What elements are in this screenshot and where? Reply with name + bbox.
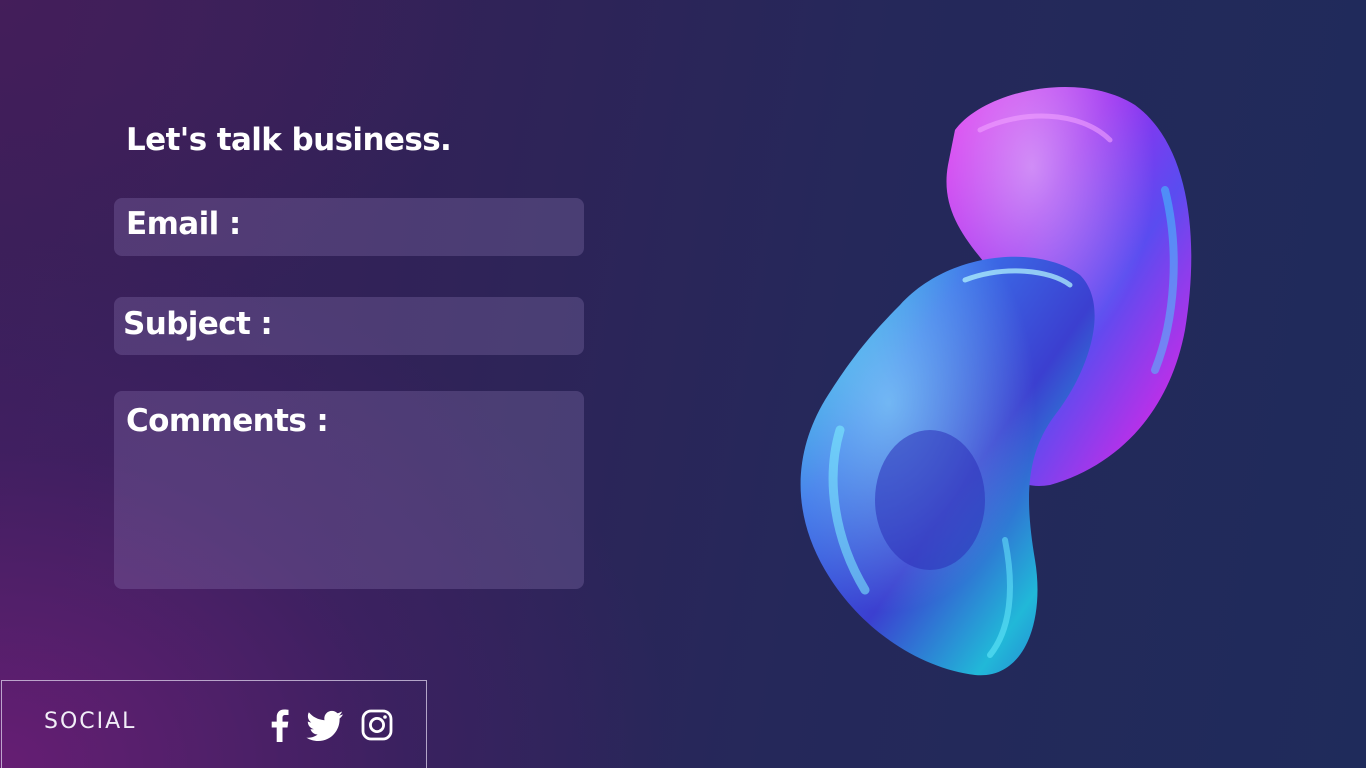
subject-input[interactable]	[284, 309, 573, 345]
email-field[interactable]: Email :	[114, 198, 584, 256]
facebook-icon[interactable]	[266, 708, 292, 742]
glass-blob-illustration	[800, 86, 1192, 676]
comments-field[interactable]: Comments :	[114, 391, 584, 589]
subject-field[interactable]: Subject :	[114, 297, 584, 355]
social-label: SOCIAL	[44, 709, 137, 734]
page-title: Let's talk business.	[126, 122, 452, 158]
twitter-icon[interactable]	[306, 708, 344, 742]
email-label: Email :	[126, 206, 241, 242]
comments-textarea[interactable]	[126, 451, 576, 579]
instagram-icon[interactable]	[360, 708, 394, 742]
email-input[interactable]	[254, 210, 573, 246]
comments-label: Comments :	[126, 403, 329, 439]
subject-label: Subject :	[123, 306, 273, 342]
social-bar: SOCIAL	[1, 680, 427, 768]
